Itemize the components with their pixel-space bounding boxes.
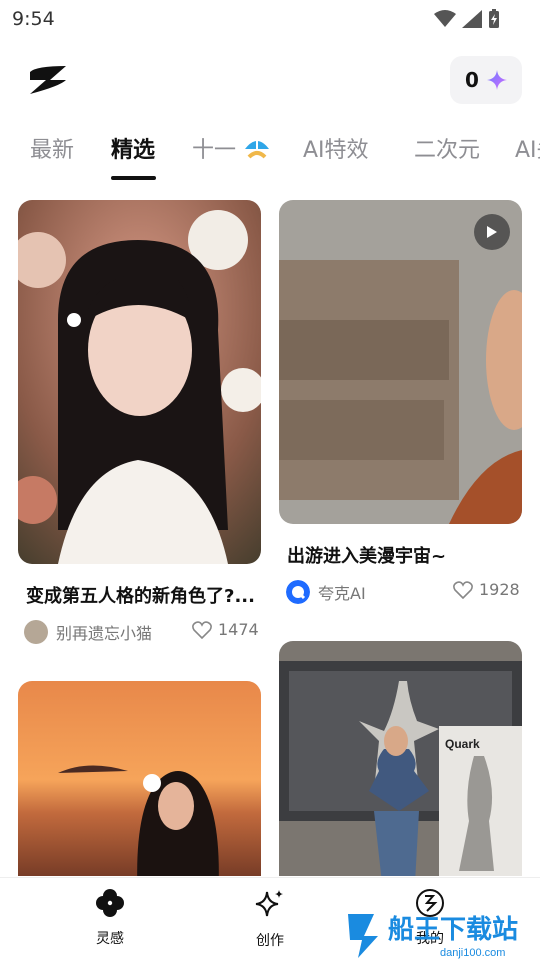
sparkle-icon — [255, 890, 283, 917]
nav-label: 创作 — [256, 933, 284, 949]
signal-icon — [462, 10, 482, 28]
card-title[interactable]: 出游进入美漫宇宙~ — [287, 542, 446, 568]
content-feed[interactable]: 变成第五人格的新角色了?... 别再遗忘小猫 1474 出游进入美漫宇宙~ 夸克… — [0, 200, 540, 876]
quark-ai-avatar-icon — [286, 580, 310, 604]
beach-umbrella-icon — [245, 141, 270, 159]
avatar — [24, 620, 48, 644]
sunset-photo — [18, 681, 261, 876]
card-image-sunset[interactable] — [18, 681, 261, 876]
card-author[interactable]: 夸克AI — [286, 580, 366, 604]
watermark-sub-text: danji100.com — [440, 947, 505, 959]
app-logo-icon[interactable] — [28, 62, 68, 98]
author-name: 夸克AI — [318, 584, 366, 603]
wifi-icon — [434, 10, 456, 27]
like-count: 1928 — [479, 580, 520, 599]
tab-ai-effects[interactable]: AI特效 — [303, 132, 369, 164]
nav-inspiration[interactable]: 灵感 — [60, 888, 160, 948]
top-bar: 0 — [0, 50, 540, 110]
like-button[interactable]: 1928 — [453, 580, 520, 599]
heart-icon — [192, 620, 212, 639]
status-icons — [434, 9, 500, 29]
nav-label: 灵感 — [96, 931, 124, 947]
category-tabs: 最新 精选 十一 AI特效 二次元 AI头 — [0, 124, 540, 184]
site-watermark: 船王下载站 danji100.com — [344, 906, 540, 960]
video-play-icon — [474, 214, 510, 250]
tab-ai-avatar[interactable]: AI头 — [515, 132, 540, 164]
card-image-portrait[interactable] — [18, 200, 261, 564]
points-button[interactable]: 0 — [450, 56, 522, 104]
quark-box-label: Quark — [445, 737, 480, 751]
status-bar: 9:54 — [0, 0, 540, 36]
tab-featured[interactable]: 精选 — [111, 132, 155, 164]
like-button[interactable]: 1474 — [192, 620, 259, 639]
watermark-logo: 船王下载站 danji100.com — [348, 914, 518, 959]
battery-icon — [489, 9, 499, 28]
heart-icon — [453, 580, 473, 599]
sparkle-icon — [486, 70, 507, 90]
tab-anime[interactable]: 二次元 — [414, 132, 480, 164]
tab-national-day-label: 十一 — [192, 138, 237, 163]
portrait-photo — [18, 200, 261, 564]
tab-national-day[interactable]: 十一 — [192, 132, 271, 164]
watermark-main-text: 船王下载站 — [388, 914, 518, 944]
card-image-3d-model[interactable]: Quark — [279, 641, 522, 876]
card-author[interactable]: 别再遗忘小猫 — [24, 620, 152, 644]
tab-latest[interactable]: 最新 — [30, 132, 74, 164]
like-count: 1474 — [218, 620, 259, 639]
author-name: 别再遗忘小猫 — [56, 624, 153, 643]
status-time: 9:54 — [12, 8, 55, 30]
figure-photo: Quark — [279, 641, 522, 876]
active-tab-indicator — [111, 176, 156, 180]
clover-icon — [96, 889, 124, 917]
card-title[interactable]: 变成第五人格的新角色了?... — [26, 582, 255, 608]
points-count: 0 — [465, 68, 479, 92]
nav-create[interactable]: 创作 — [220, 888, 320, 950]
